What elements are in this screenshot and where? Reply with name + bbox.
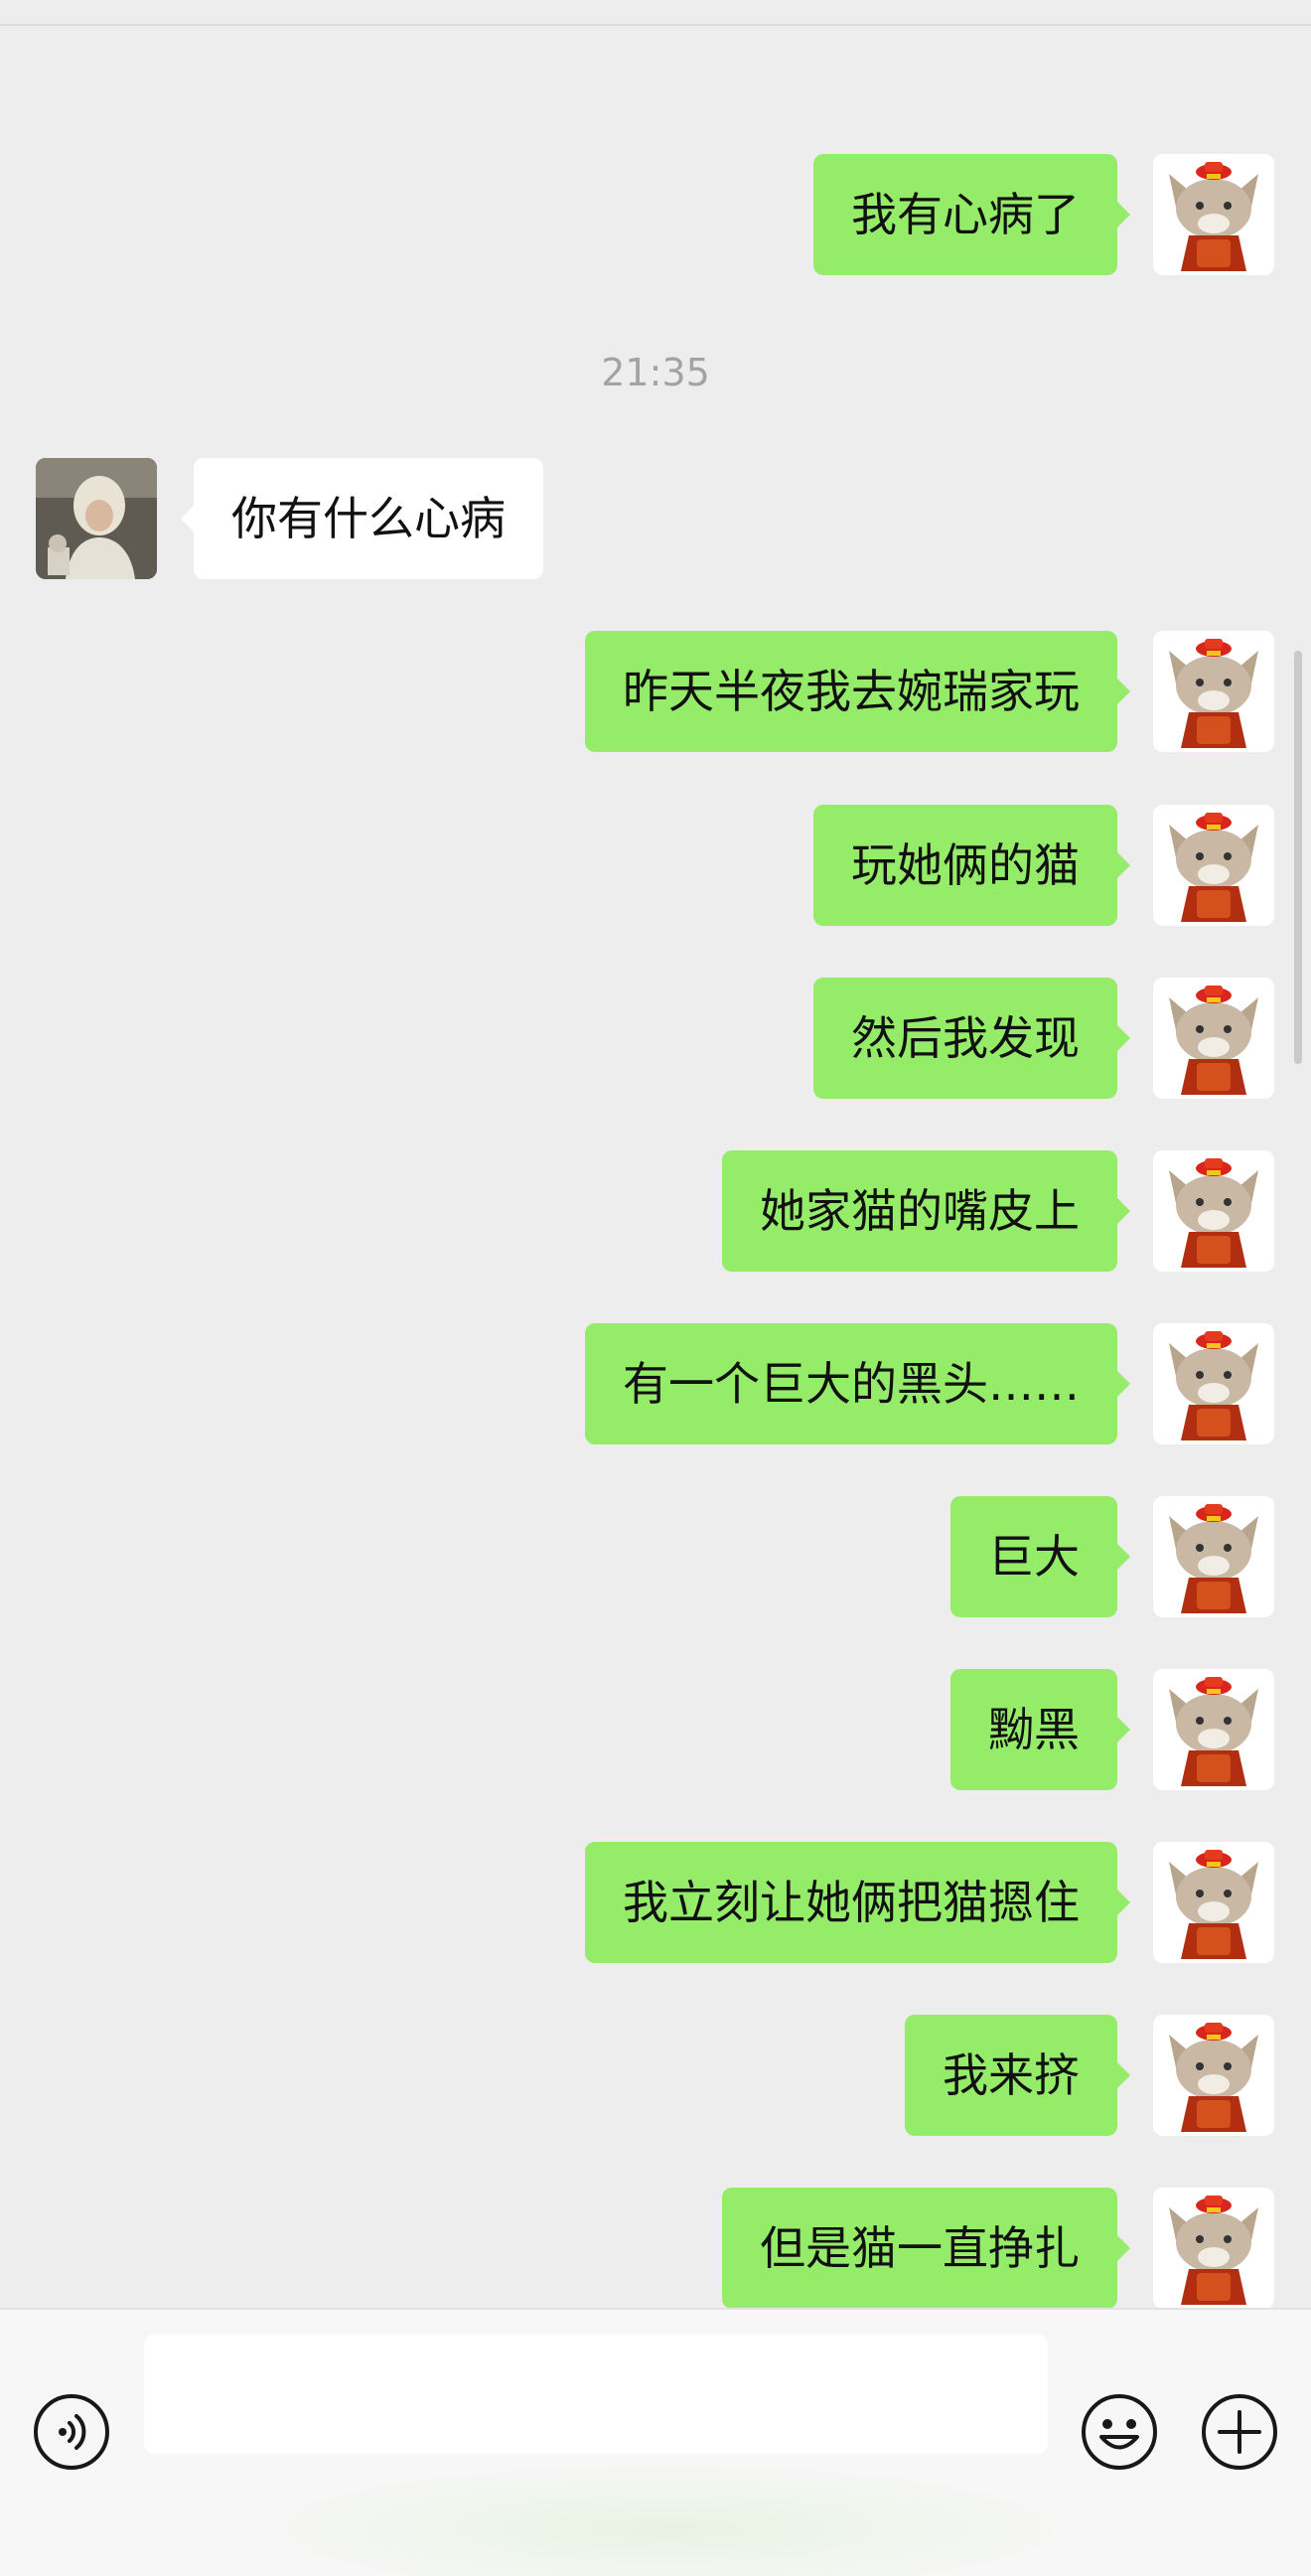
cat-avatar-icon: [1153, 154, 1274, 275]
message-row-received: 你有什么心病: [0, 458, 1311, 579]
chat-history[interactable]: 我有心病了 21:35 你有什么心病 昨天半夜我去婉瑞家玩 玩她俩的猫 然后我发…: [0, 28, 1311, 2308]
my-avatar[interactable]: [1153, 1496, 1274, 1617]
my-avatar[interactable]: [1153, 1842, 1274, 1963]
message-input[interactable]: [144, 2335, 1048, 2454]
cat-avatar-icon: [1153, 1323, 1274, 1444]
message-row-sent: 我立刻让她俩把猫摁住: [0, 1842, 1311, 1963]
my-avatar[interactable]: [1153, 2015, 1274, 2136]
message-bubble-sent[interactable]: 她家猫的嘴皮上: [722, 1150, 1130, 1272]
my-avatar[interactable]: [1153, 1669, 1274, 1790]
cat-avatar-icon: [1153, 2188, 1274, 2308]
message-bubble-sent[interactable]: 有一个巨大的黑头……: [585, 1323, 1130, 1444]
cat-avatar-icon: [1153, 1496, 1274, 1617]
my-avatar[interactable]: [1153, 978, 1274, 1099]
message-row-sent: 有一个巨大的黑头……: [0, 1323, 1311, 1444]
cat-avatar-icon: [1153, 631, 1274, 752]
my-avatar[interactable]: [1153, 1323, 1274, 1444]
my-avatar[interactable]: [1153, 631, 1274, 752]
message-bubble-sent[interactable]: 玩她俩的猫: [813, 805, 1130, 926]
input-bar-glow: [238, 2459, 1092, 2576]
top-divider: [0, 0, 1311, 26]
timestamp: 21:35: [601, 351, 710, 394]
plus-button[interactable]: [1200, 2392, 1279, 2472]
friend-photo-icon: [36, 458, 157, 579]
my-avatar[interactable]: [1153, 1150, 1274, 1272]
message-bubble-sent[interactable]: 然后我发现: [813, 978, 1130, 1099]
message-bubble-sent[interactable]: 昨天半夜我去婉瑞家玩: [585, 631, 1130, 752]
emoji-icon: [1082, 2394, 1157, 2470]
message-bubble-sent[interactable]: 我有心病了: [813, 154, 1130, 275]
cat-avatar-icon: [1153, 1842, 1274, 1963]
message-row-sent: 但是猫一直挣扎: [0, 2188, 1311, 2308]
cat-avatar-icon: [1153, 1669, 1274, 1790]
my-avatar[interactable]: [1153, 805, 1274, 926]
message-bubble-sent[interactable]: 黝黑: [950, 1669, 1130, 1790]
chat-scrollbar[interactable]: [1294, 651, 1302, 1064]
message-row-sent: 玩她俩的猫: [0, 805, 1311, 926]
input-bar: [0, 2308, 1311, 2576]
message-bubble-sent[interactable]: 巨大: [950, 1496, 1130, 1617]
message-row-sent: 然后我发现: [0, 978, 1311, 1099]
message-row-sent: 巨大: [0, 1496, 1311, 1617]
cat-avatar-icon: [1153, 1150, 1274, 1272]
message-bubble-sent[interactable]: 我立刻让她俩把猫摁住: [585, 1842, 1130, 1963]
message-row-sent: 昨天半夜我去婉瑞家玩: [0, 631, 1311, 752]
cat-avatar-icon: [1153, 2015, 1274, 2136]
friend-avatar[interactable]: [36, 458, 157, 579]
message-row-sent: 我有心病了: [0, 154, 1311, 275]
message-row-sent: 黝黑: [0, 1669, 1311, 1790]
cat-avatar-icon: [1153, 805, 1274, 926]
message-bubble-sent[interactable]: 但是猫一直挣扎: [722, 2188, 1130, 2308]
my-avatar[interactable]: [1153, 154, 1274, 275]
message-row-sent: 她家猫的嘴皮上: [0, 1150, 1311, 1272]
emoji-button[interactable]: [1080, 2392, 1159, 2472]
voice-icon: [34, 2394, 109, 2470]
message-bubble-received[interactable]: 你有什么心病: [181, 458, 543, 579]
message-bubble-sent[interactable]: 我来挤: [905, 2015, 1130, 2136]
message-row-sent: 我来挤: [0, 2015, 1311, 2136]
my-avatar[interactable]: [1153, 2188, 1274, 2308]
voice-button[interactable]: [32, 2392, 111, 2472]
plus-icon: [1202, 2394, 1277, 2470]
cat-avatar-icon: [1153, 978, 1274, 1099]
